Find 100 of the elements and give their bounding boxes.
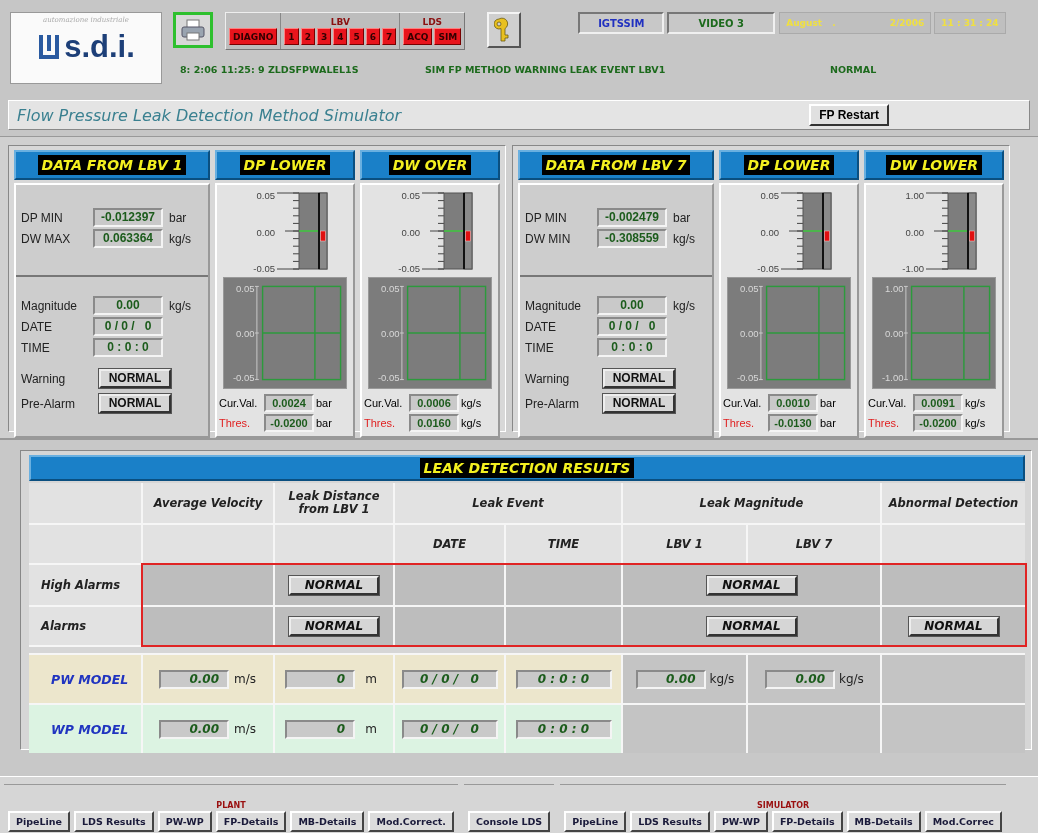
column-header: Leak Event: [395, 483, 621, 523]
status-indicator: NORMAL: [706, 575, 797, 595]
alarm-button[interactable]: 1: [284, 28, 299, 45]
group-label: SIMULATOR: [755, 801, 811, 811]
subcolumn-header: DATE: [395, 525, 504, 563]
unit-label: bar: [820, 397, 837, 409]
scale-label: 0.00: [400, 226, 420, 238]
axis-label: 0.00: [380, 327, 400, 339]
nav-tab[interactable]: PW-WP: [157, 811, 212, 832]
axis-label: 0.00: [235, 327, 255, 339]
nav-tab[interactable]: PipeLine: [564, 811, 627, 832]
axis-label: 0.05: [380, 283, 400, 294]
unit-label: bar: [820, 417, 837, 429]
threshold-label: Thres.: [364, 417, 397, 429]
alarm-button[interactable]: 3: [316, 28, 332, 45]
alarm-button[interactable]: 6: [365, 28, 380, 45]
status-indicator: NORMAL: [99, 369, 171, 388]
panel-title: LEAK DETECTION RESULTS: [419, 458, 635, 478]
nav-tab[interactable]: PipeLine: [8, 811, 70, 832]
group-label: LBV: [330, 17, 350, 28]
level-marker: [465, 230, 471, 242]
field-label: DP MIN: [21, 210, 64, 225]
unit-label: kg/s: [673, 231, 696, 246]
alarm-button[interactable]: ACQ: [403, 28, 433, 45]
status-label: Pre-Alarm: [21, 396, 76, 411]
unit-label: kg/s: [169, 231, 192, 246]
nav-tab[interactable]: Console LDS: [467, 811, 551, 832]
unit-label: kg/s: [839, 672, 863, 686]
nav-tab[interactable]: Mod.Correct.: [368, 811, 454, 832]
value-field: 0.0006: [409, 394, 459, 412]
nav-tab[interactable]: PW-WP: [713, 811, 768, 832]
print-button[interactable]: [173, 12, 213, 48]
unit-label: bar: [169, 210, 188, 225]
subcolumn-header: LBV 1: [623, 525, 746, 563]
unit-label: m/s: [233, 672, 257, 686]
field-label: DATE: [21, 319, 54, 334]
alarm-button[interactable]: 2: [300, 28, 315, 45]
value-field: 0 : 0 : 0: [515, 669, 612, 689]
group-label: PLANT: [215, 801, 247, 811]
field-label: DP MIN: [525, 210, 568, 225]
value-field: 0 / 0 / 0: [93, 317, 163, 336]
unit-label: kg/s: [673, 298, 696, 313]
nav-tab[interactable]: MB-Details: [846, 811, 921, 832]
alarm-button[interactable]: 4: [333, 28, 348, 45]
level-marker: [320, 230, 326, 242]
row-label: WP MODEL: [29, 705, 141, 753]
value-field: 0.0024: [264, 394, 314, 412]
alarm-button[interactable]: DIAGNO: [229, 28, 278, 45]
status-indicator: NORMAL: [908, 616, 999, 636]
row-label: PW MODEL: [29, 655, 141, 703]
axis-label: -0.05: [376, 372, 400, 383]
field-label: Cur.Val.: [723, 397, 763, 409]
field-label: Cur.Val.: [219, 397, 259, 409]
status-indicator: NORMAL: [603, 369, 675, 388]
value-field: 0.0010: [768, 394, 818, 412]
nav-tab[interactable]: FP-Details: [771, 811, 843, 832]
restart-button[interactable]: FP Restart: [809, 104, 889, 126]
nav-tab[interactable]: MB-Details: [290, 811, 365, 832]
axis-label: 0.05: [235, 283, 255, 294]
status-label: Warning: [21, 371, 67, 386]
nav-tab[interactable]: LDS Results: [74, 811, 154, 832]
logo-icon: [37, 33, 62, 61]
threshold-label: Thres.: [219, 417, 252, 429]
status-label: Warning: [525, 371, 571, 386]
nav-tab[interactable]: FP-Details: [215, 811, 287, 832]
value-field: 0.0160: [409, 414, 459, 432]
scale-label: -1.00: [901, 263, 924, 274]
subcolumn-header: LBV 7: [748, 525, 880, 563]
scale-label: 0.05: [759, 190, 779, 201]
column-header: Leak Distance from LBV 1: [275, 483, 393, 523]
value-field: 0.00: [597, 296, 667, 315]
nav-tab[interactable]: LDS Results: [630, 811, 710, 832]
nav-tab[interactable]: Mod.Correc: [924, 811, 1002, 832]
value-field: 0 / 0 / 0: [597, 317, 667, 336]
alarm-button[interactable]: 5: [349, 28, 364, 45]
unit-label: bar: [673, 210, 692, 225]
column-header: Average Velocity: [143, 483, 273, 523]
status-message: SIM FP METHOD WARNING LEAK EVENT LBV1: [425, 64, 667, 75]
unit-label: m: [364, 722, 378, 736]
value-field: -0.308559: [597, 229, 667, 248]
scale-label: 0.05: [400, 190, 420, 201]
time-display: 11 : 31 : 24: [934, 12, 1007, 34]
level-marker: [969, 230, 975, 242]
panel-title: DW OVER: [388, 155, 472, 175]
field-label: Magnitude: [525, 298, 583, 313]
panel-title: DP LOWER: [743, 155, 835, 175]
date-label: 2/2006: [889, 18, 925, 28]
status-label: Pre-Alarm: [525, 396, 580, 411]
alarm-button[interactable]: 7: [381, 28, 397, 45]
field-label: TIME: [525, 340, 555, 355]
field-label: TIME: [21, 340, 51, 355]
value-field: -0.0200: [913, 414, 963, 432]
unit-label: bar: [316, 397, 333, 409]
scale-label: 0.00: [255, 226, 275, 238]
alarm-button[interactable]: SIM: [434, 28, 462, 45]
row-label: High Alarms: [29, 565, 141, 605]
key-button[interactable]: [487, 12, 522, 48]
value-field: 0.00: [635, 669, 706, 689]
status-message: NORMAL: [830, 64, 877, 75]
video-field: VIDEO 3: [667, 12, 776, 34]
